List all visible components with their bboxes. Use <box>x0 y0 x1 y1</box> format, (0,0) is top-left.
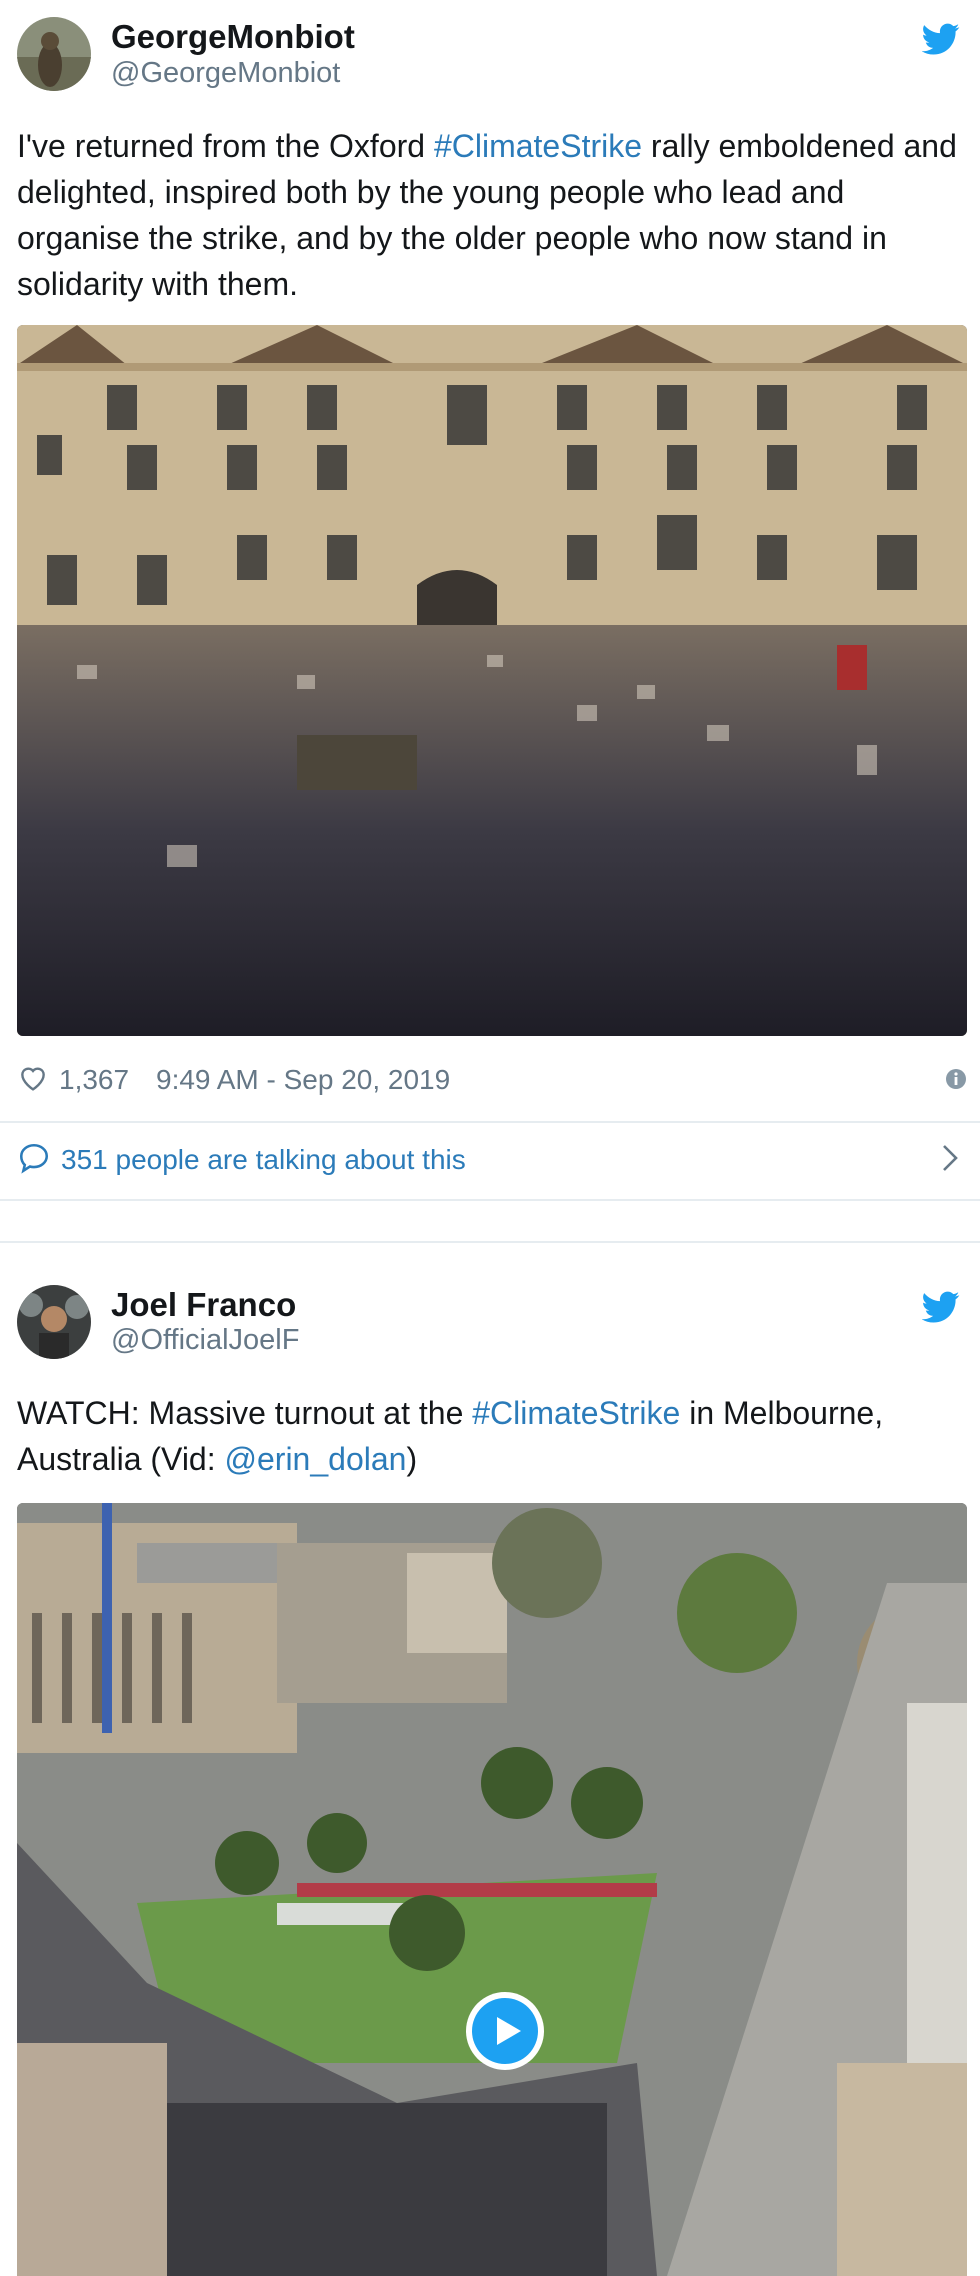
tweet-text: I've returned from the Oxford #ClimateSt… <box>17 123 967 307</box>
tweet-text: WATCH: Massive turnout at the #ClimateSt… <box>17 1390 967 1482</box>
avatar[interactable] <box>17 17 91 91</box>
tweet-video[interactable] <box>17 1503 967 2276</box>
divider <box>0 1199 980 1201</box>
display-name[interactable]: Joel Franco <box>111 1286 296 1324</box>
display-name[interactable]: GeorgeMonbiot <box>111 18 355 56</box>
tweet-photo[interactable] <box>17 325 967 1036</box>
mention-link[interactable]: @erin_dolan <box>225 1441 407 1477</box>
speech-bubble-icon <box>19 1143 49 1174</box>
info-icon[interactable] <box>945 1068 967 1090</box>
twitter-bird-icon[interactable] <box>922 20 960 58</box>
chevron-right-icon <box>943 1145 958 1171</box>
play-icon[interactable] <box>464 1990 546 2072</box>
heart-icon[interactable] <box>17 1062 49 1094</box>
talking-label: 351 people are talking about this <box>61 1144 466 1175</box>
tweet-meta: 1,367 9:49 AM - Sep 20, 2019 <box>17 1060 967 1100</box>
tweet-text-part: I've returned from the Oxford <box>17 128 434 164</box>
hashtag-link[interactable]: #ClimateStrike <box>472 1395 680 1431</box>
divider <box>0 1121 980 1123</box>
like-count[interactable]: 1,367 <box>59 1064 129 1096</box>
tweet-text-part: ) <box>406 1441 418 1477</box>
tweet-separator <box>0 1241 980 1243</box>
user-handle[interactable]: @OfficialJoelF <box>111 1324 299 1357</box>
conversation-link[interactable]: 351 people are talking about this <box>17 1135 967 1185</box>
tweet-text-part: WATCH: Massive turnout at the <box>17 1395 473 1431</box>
user-handle[interactable]: @GeorgeMonbiot <box>111 57 340 90</box>
timestamp[interactable]: 9:49 AM - Sep 20, 2019 <box>156 1064 450 1096</box>
hashtag-link[interactable]: #ClimateStrike <box>434 128 642 164</box>
avatar[interactable] <box>17 1285 91 1359</box>
twitter-bird-icon[interactable] <box>922 1288 960 1326</box>
